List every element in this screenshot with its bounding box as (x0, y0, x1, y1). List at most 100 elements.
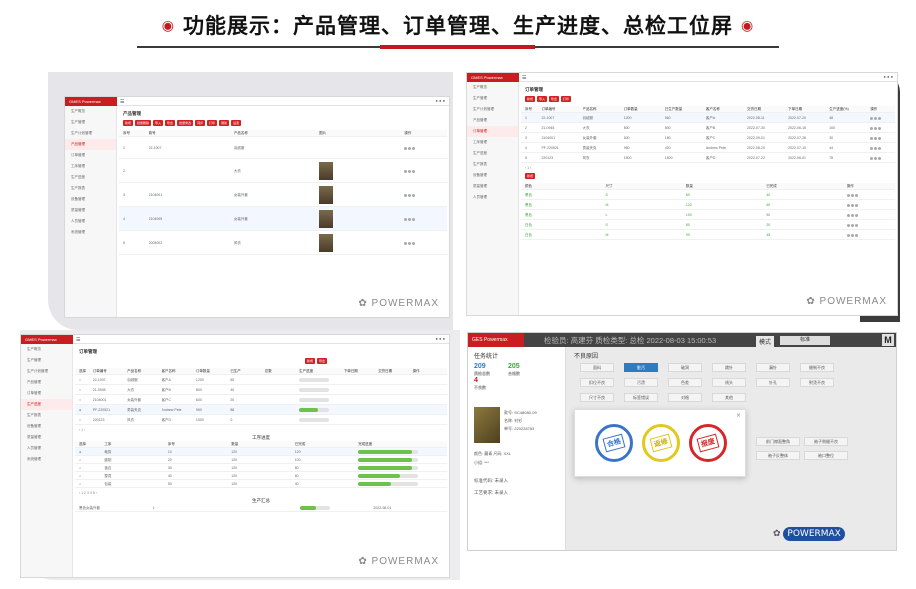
defect-button[interactable]: 污渍 (624, 378, 658, 387)
pagination[interactable]: ‹ 1 2 3 4 5 › (75, 488, 447, 498)
table-row[interactable]: 3 2104001 女装外套 (119, 183, 447, 207)
table-row[interactable]: 2 21-0945 大衣 800 800 客户B 2022-07-30 2022-06-15 1… (521, 123, 895, 133)
sidebar-item[interactable]: 生产管理 (65, 117, 116, 128)
defect-button[interactable]: 面料 (580, 363, 614, 372)
sidebar-item[interactable]: 生产计划管理 (21, 366, 72, 377)
table-row[interactable]: ● PF-220521 男装夹克 Andrew Pete 950 88 (75, 405, 447, 415)
defect-button[interactable]: 袖口整位 (804, 451, 848, 460)
toolbar-button[interactable]: 设置 (231, 120, 242, 126)
sidebar-item[interactable]: 订单管理 (21, 388, 72, 399)
defect-button[interactable]: 尺寸不良 (580, 393, 614, 402)
defect-button[interactable]: 其他 (712, 393, 746, 402)
sidebar-item[interactable]: 设备管理 (467, 170, 518, 181)
defect-button[interactable]: 对格 (668, 393, 702, 402)
sidebar-item[interactable]: 生产报表 (21, 410, 72, 421)
table-row[interactable]: ○ 22-1007 羽绒服 客户A 1200 60 (75, 375, 447, 385)
toolbar-button[interactable]: 打印 (207, 120, 218, 126)
toolbar-button[interactable]: 刷新 (219, 120, 230, 126)
sidebar-item[interactable]: 系统管理 (65, 227, 116, 238)
row-checkbox[interactable]: ○ (79, 415, 93, 424)
table-row[interactable]: 2 大衣 (119, 159, 447, 183)
row-checkbox[interactable]: ○ (79, 385, 93, 394)
sidebar-item[interactable]: 质量管理 (65, 205, 116, 216)
row-actions[interactable] (870, 153, 895, 162)
sub-table-row[interactable]: ○ 整烫 40 120 60 (75, 472, 447, 480)
pagination[interactable]: ‹ 1 › (75, 425, 447, 435)
sub-table-row[interactable]: 黑色 S 80 40 (521, 190, 895, 200)
row-checkbox[interactable]: ○ (79, 456, 104, 463)
user-info[interactable]: ● ● ● (436, 98, 445, 103)
sidebar-item-active[interactable]: 订单管理 (467, 126, 518, 137)
table-row[interactable]: 1 22-1007 羽绒服 (119, 137, 447, 159)
pass-stamp[interactable]: 合格 (595, 424, 633, 462)
row-checkbox[interactable]: ○ (79, 480, 104, 487)
sidebar-item[interactable]: 生产报表 (65, 183, 116, 194)
defect-button-active[interactable]: 脏污 (624, 363, 658, 372)
sidebar-item[interactable]: 人员管理 (65, 216, 116, 227)
toolbar-button[interactable]: 批量修改 (177, 120, 194, 126)
scrap-stamp[interactable]: 报废 (689, 424, 727, 462)
menu-icon[interactable]: ☰ (120, 99, 124, 105)
defect-button[interactable]: 缝制不良 (800, 363, 834, 372)
row-actions[interactable] (404, 207, 447, 230)
toolbar-button[interactable]: 导出 (165, 120, 176, 126)
mode-select[interactable]: 标准 (780, 336, 830, 345)
toolbar-button[interactable]: 导出 (316, 358, 327, 364)
sidebar-item[interactable]: 设备管理 (21, 421, 72, 432)
toolbar-button[interactable]: 同步 (195, 120, 206, 126)
defect-button[interactable]: 袖子侧缝不良 (804, 437, 848, 446)
summary-row[interactable]: 黑色女装外套 1 2022-08-01 (75, 504, 447, 512)
sub-table-row[interactable]: ○ 包装 50 120 40 (75, 480, 447, 488)
row-actions[interactable] (404, 183, 447, 206)
defect-button[interactable]: 针孔 (756, 378, 790, 387)
user-info[interactable]: ● ● ● (436, 336, 445, 341)
sidebar-item[interactable]: 生产计划管理 (467, 104, 518, 115)
sidebar-item[interactable]: 订单管理 (65, 150, 116, 161)
row-actions[interactable] (870, 133, 895, 142)
sidebar-item[interactable]: 产品管理 (21, 377, 72, 388)
defect-button[interactable]: 漏针 (756, 363, 790, 372)
sub-table-row[interactable]: 白色 S 80 20 (521, 220, 895, 230)
table-row[interactable]: 5 220123 风衣 1500 1500 客户D 2022-07-22 2022-06-01… (521, 153, 895, 163)
defect-button[interactable]: 色差 (668, 378, 702, 387)
row-actions[interactable] (404, 137, 447, 158)
sub-table-row[interactable]: 黑色 M 120 60 (521, 200, 895, 210)
sidebar-item[interactable]: 生产管理 (21, 355, 72, 366)
toolbar-button[interactable]: 导入 (537, 96, 548, 102)
row-checkbox[interactable]: ● (79, 405, 93, 414)
toolbar-button[interactable]: 新增 (525, 173, 536, 179)
sidebar-item[interactable]: 生产概览 (21, 344, 72, 355)
sub-table-row[interactable]: ● 裁剪 10 120 120 (75, 448, 447, 456)
toolbar-button[interactable]: 导出 (549, 96, 560, 102)
sidebar-item[interactable]: 人员管理 (467, 192, 518, 203)
sidebar-item-active[interactable]: 产品管理 (65, 139, 116, 150)
sub-table-row[interactable]: ○ 缝制 20 120 100 (75, 456, 447, 464)
sidebar-item[interactable]: 生产概览 (65, 106, 116, 117)
defect-button[interactable]: 袖子反整体 (756, 451, 800, 460)
table-row[interactable]: 4 PF-220521 男装夹克 950 420 Andrew Pete 2022-08-2… (521, 143, 895, 153)
row-actions[interactable] (846, 220, 895, 229)
row-actions[interactable] (870, 113, 895, 122)
row-actions[interactable] (846, 210, 895, 219)
table-row[interactable]: 3 2104001 女装外套 600 180 客户C 2022-09-01 2022-07-2… (521, 133, 895, 143)
row-actions[interactable] (404, 159, 447, 182)
toolbar-button[interactable]: 打印 (561, 96, 572, 102)
sidebar-item[interactable]: 质量管理 (21, 432, 72, 443)
sidebar-item[interactable]: 工序管理 (65, 161, 116, 172)
sidebar-item[interactable]: 人员管理 (21, 443, 72, 454)
close-icon[interactable]: × (736, 412, 741, 419)
sidebar-item[interactable]: 生产进度 (65, 172, 116, 183)
table-row[interactable]: ○ 21-0945 大衣 客户B 800 40 (75, 385, 447, 395)
sidebar-item[interactable]: 生产进度 (467, 148, 518, 159)
sidebar-item[interactable]: 系统管理 (21, 454, 72, 465)
table-row[interactable]: 4 2104005 女装外套 (119, 207, 447, 231)
sidebar-item[interactable]: 产品管理 (467, 115, 518, 126)
defect-button[interactable]: 跳针 (712, 363, 746, 372)
row-actions[interactable] (846, 230, 895, 239)
row-checkbox[interactable]: ○ (79, 472, 104, 479)
sub-table-row[interactable]: ○ 锁边 30 120 80 (75, 464, 447, 472)
rework-stamp[interactable]: 返修 (642, 424, 680, 462)
row-actions[interactable] (870, 123, 895, 132)
pagination[interactable]: ‹ 1 › (521, 163, 895, 173)
row-actions[interactable] (846, 190, 895, 199)
